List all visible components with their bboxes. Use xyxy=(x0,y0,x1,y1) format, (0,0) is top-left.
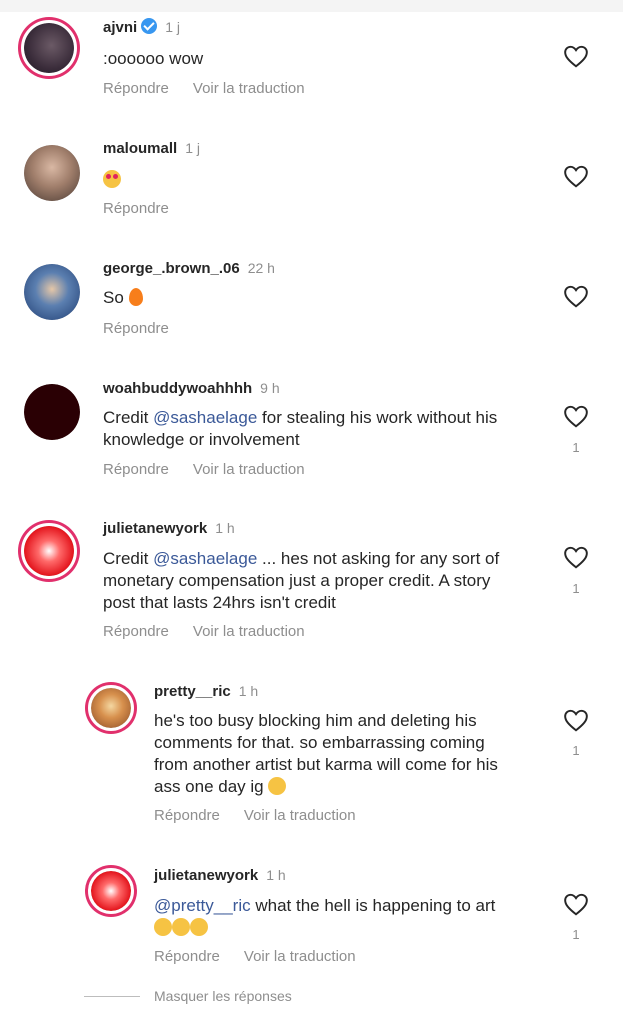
like-heart-icon[interactable] xyxy=(563,892,589,916)
translate-button[interactable]: Voir la traduction xyxy=(193,80,305,97)
like-heart-icon[interactable] xyxy=(563,44,589,68)
top-edge xyxy=(0,0,623,12)
comment-text-content: for stealing his work without his xyxy=(257,408,498,427)
translate-button[interactable]: Voir la traduction xyxy=(193,461,305,478)
divider-line xyxy=(84,996,140,997)
like-heart-icon[interactable] xyxy=(563,404,589,428)
fire-emoji-icon xyxy=(128,288,143,306)
comment-text: So xyxy=(103,287,143,309)
comment-time: 22 h xyxy=(247,260,275,276)
reply-button[interactable]: Répondre xyxy=(103,200,169,217)
comment-actions: Répondre Voir la traduction xyxy=(154,948,380,965)
comment-text xyxy=(103,169,121,191)
hide-replies-button[interactable]: Masquer les réponses xyxy=(154,988,292,1004)
avatar[interactable] xyxy=(88,868,134,914)
comment-actions: Répondre Voir la traduction xyxy=(103,623,329,640)
comment-actions: Répondre Voir la traduction xyxy=(103,461,329,478)
comment-meta: pretty__ric 1 h xyxy=(154,683,258,700)
reply-button[interactable]: Répondre xyxy=(103,320,169,337)
comment-time: 9 h xyxy=(260,380,280,396)
comment-time: 1 h xyxy=(266,867,286,883)
comment-text-content: ... hes not asking for any sort of xyxy=(257,549,500,568)
mention-link[interactable]: @pretty__ric xyxy=(154,896,251,915)
comment-username[interactable]: julietanewyork xyxy=(154,867,258,884)
comment-username[interactable]: george_.brown_.06 xyxy=(103,260,240,277)
avatar[interactable] xyxy=(88,685,134,731)
reply-button[interactable]: Répondre xyxy=(154,807,220,824)
comment-text-content: what the hell is happening to art xyxy=(250,896,496,915)
relieved-emoji-icon xyxy=(154,918,172,936)
heart-eyes-emoji-icon xyxy=(103,170,121,188)
comment-text-content: from another artist but karma will come … xyxy=(154,755,498,774)
comment-text-content: So xyxy=(103,288,124,307)
comment-time: 1 h xyxy=(238,683,259,699)
relieved-emoji-icon xyxy=(268,777,287,795)
comment-actions: Répondre Voir la traduction xyxy=(103,80,329,97)
comment-meta: woahbuddywoahhhh 9 h xyxy=(103,380,280,397)
reply-button[interactable]: Répondre xyxy=(103,623,169,640)
relieved-emoji-icon xyxy=(172,918,190,936)
translate-button[interactable]: Voir la traduction xyxy=(244,948,356,965)
translate-button[interactable]: Voir la traduction xyxy=(193,623,305,640)
comment-text-content: ass one day ig xyxy=(154,777,264,796)
comment-actions: Répondre xyxy=(103,320,193,337)
like-count: 1 xyxy=(572,581,580,596)
avatar[interactable] xyxy=(24,264,80,320)
comment-username[interactable]: woahbuddywoahhhh xyxy=(103,380,252,397)
mention-link[interactable]: @sashaelage xyxy=(153,408,257,427)
comment-meta: julietanewyork 1 h xyxy=(154,867,286,884)
comment-text-content: knowledge or involvement xyxy=(103,430,300,449)
reply-button[interactable]: Répondre xyxy=(103,461,169,478)
comment-time: 1 h xyxy=(215,520,235,536)
like-count: 1 xyxy=(572,743,580,758)
comment-meta: maloumall 1 j xyxy=(103,140,200,157)
comment-meta: ajvni 1 j xyxy=(103,18,180,36)
like-count: 1 xyxy=(572,927,580,942)
translate-button[interactable]: Voir la traduction xyxy=(244,807,356,824)
avatar[interactable] xyxy=(24,145,80,201)
like-heart-icon[interactable] xyxy=(563,708,589,732)
comment-text: Credit @sashaelage for stealing his work… xyxy=(103,407,497,451)
avatar[interactable] xyxy=(21,20,77,76)
like-heart-icon[interactable] xyxy=(563,545,589,569)
comment-text: @pretty__ric what the hell is happening … xyxy=(154,895,495,939)
relieved-emoji-icon xyxy=(190,918,208,936)
reply-button[interactable]: Répondre xyxy=(103,80,169,97)
comment-text-content: post that lasts 24hrs isn't credit xyxy=(103,593,336,612)
comment-meta: julietanewyork 1 h xyxy=(103,520,235,537)
comment-text-content: comments for that. so embarrassing comin… xyxy=(154,733,485,752)
like-heart-icon[interactable] xyxy=(563,284,589,308)
comment-meta: george_.brown_.06 22 h xyxy=(103,260,275,277)
verified-badge-icon xyxy=(141,18,158,34)
comment-username[interactable]: ajvni xyxy=(103,19,137,36)
comment-time: 1 j xyxy=(165,19,180,35)
mention-link[interactable]: @sashaelage xyxy=(153,549,257,568)
like-heart-icon[interactable] xyxy=(563,164,589,188)
comment-text: he's too busy blocking him and deleting … xyxy=(154,710,498,798)
comment-text-content: Credit xyxy=(103,549,154,568)
comment-username[interactable]: julietanewyork xyxy=(103,520,207,537)
comment-time: 1 j xyxy=(185,140,200,156)
comment-text: :oooooo wow xyxy=(103,49,204,68)
comment-actions: Répondre xyxy=(103,200,193,217)
comment-username[interactable]: pretty__ric xyxy=(154,683,231,700)
comment-text-content: he's too busy blocking him and deleting … xyxy=(154,711,477,730)
comment-actions: Répondre Voir la traduction xyxy=(154,807,380,824)
like-count: 1 xyxy=(572,440,580,455)
comment-text-content: monetary compensation just a proper cred… xyxy=(103,571,491,590)
reply-button[interactable]: Répondre xyxy=(154,948,220,965)
comment-username[interactable]: maloumall xyxy=(103,140,177,157)
comment-text: Credit @sashaelage ... hes not asking fo… xyxy=(103,548,499,614)
comment-text-content: Credit xyxy=(103,408,154,427)
avatar[interactable] xyxy=(21,523,77,579)
avatar[interactable] xyxy=(24,384,80,440)
